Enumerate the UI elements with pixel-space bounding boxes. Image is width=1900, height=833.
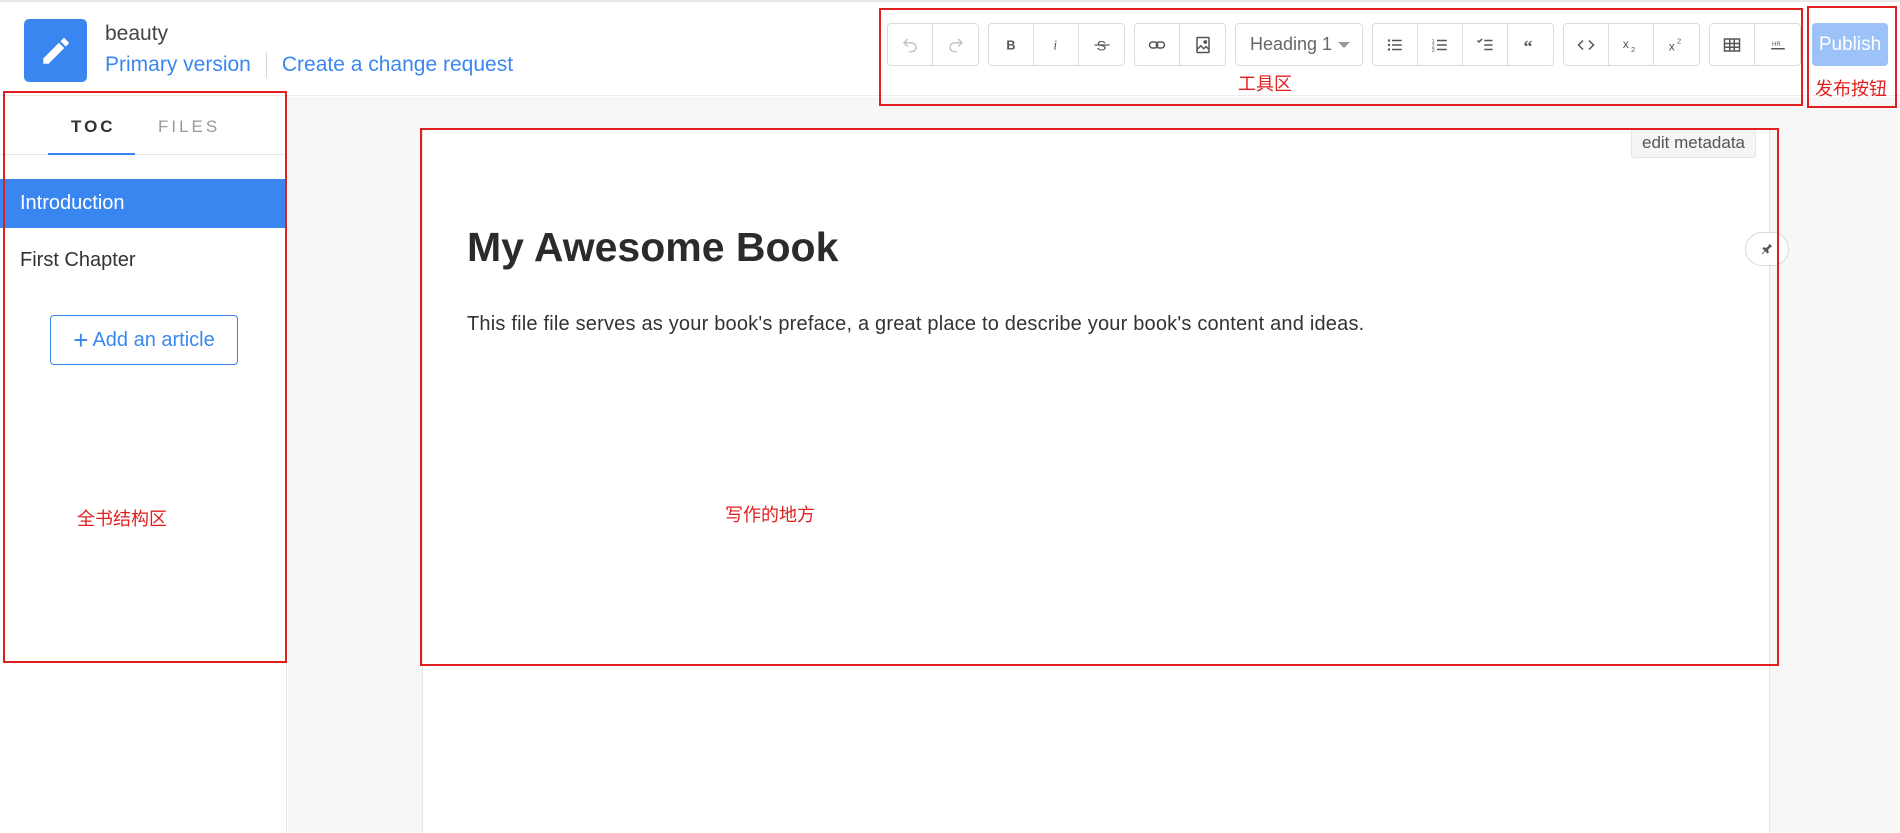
add-article-button[interactable]: + Add an article — [50, 315, 238, 365]
superscript-icon[interactable]: x2 — [1654, 24, 1699, 65]
create-change-request-link[interactable]: Create a change request — [282, 53, 513, 77]
svg-text:2: 2 — [1631, 44, 1635, 53]
svg-text:3: 3 — [1432, 47, 1435, 53]
sidebar: TOC FILES Introduction First Chapter + A… — [0, 97, 287, 833]
sidebar-tabs: TOC FILES — [0, 97, 286, 155]
table-icon[interactable] — [1710, 24, 1755, 65]
pin-icon[interactable] — [1745, 232, 1789, 266]
bullet-list-icon[interactable] — [1373, 24, 1418, 65]
plus-icon: + — [73, 325, 89, 355]
edit-metadata-button[interactable]: edit metadata — [1631, 128, 1757, 158]
code-group: x2 x2 — [1563, 23, 1700, 66]
svg-text:HR: HR — [1772, 41, 1781, 47]
toc-item-label: First Chapter — [20, 249, 136, 271]
writing-area-annotation-label: 写作的地方 — [725, 505, 815, 526]
bold-icon[interactable]: B — [989, 24, 1034, 65]
primary-version-link[interactable]: Primary version — [105, 53, 251, 77]
blockquote-icon[interactable]: “ — [1508, 24, 1553, 65]
chevron-down-icon — [1338, 41, 1351, 48]
toc-item-label: Introduction — [20, 192, 125, 214]
svg-text:2: 2 — [1677, 36, 1681, 45]
svg-text:x: x — [1668, 39, 1674, 53]
publish-button[interactable]: Publish — [1812, 23, 1888, 66]
toolbar-annotation-label: 工具区 — [1238, 74, 1292, 95]
link-icon[interactable] — [1135, 24, 1180, 65]
svg-text:“: “ — [1523, 36, 1532, 54]
italic-icon[interactable]: i — [1034, 24, 1079, 65]
svg-text:x: x — [1623, 37, 1629, 51]
active-tab-indicator — [48, 153, 135, 155]
svg-text:S: S — [1096, 38, 1106, 54]
format-group: B i S — [988, 23, 1125, 66]
add-article-label: Add an article — [92, 328, 215, 351]
toc-item-first-chapter[interactable]: First Chapter — [0, 236, 286, 285]
toc-item-introduction[interactable]: Introduction — [0, 179, 286, 228]
task-list-icon[interactable] — [1463, 24, 1508, 65]
pencil-icon[interactable] — [24, 19, 87, 82]
toc-list: Introduction First Chapter — [0, 179, 286, 293]
document-title[interactable]: My Awesome Book — [467, 224, 838, 271]
editor-toolbar: B i S Heading 1 123 “ x 2 x 2 HR — [887, 23, 1810, 66]
divider — [265, 52, 267, 78]
svg-text:i: i — [1053, 37, 1057, 52]
strikethrough-icon[interactable]: S — [1079, 24, 1124, 65]
book-name: beauty — [105, 22, 169, 45]
tab-files[interactable]: FILES — [158, 117, 220, 137]
history-group — [887, 23, 979, 66]
version-row: Primary version Create a change request — [105, 52, 513, 78]
list-group: 123 “ — [1372, 23, 1554, 66]
heading-select-value: Heading 1 — [1250, 34, 1333, 54]
tab-toc[interactable]: TOC — [71, 117, 116, 137]
image-icon[interactable] — [1180, 24, 1225, 65]
book-structure-annotation-label: 全书结构区 — [77, 509, 167, 530]
undo-icon[interactable] — [888, 24, 933, 65]
document-body[interactable]: This file file serves as your book's pre… — [467, 313, 1364, 336]
horizontal-rule-icon[interactable]: HR — [1755, 24, 1800, 65]
heading-select[interactable]: Heading 1 — [1235, 23, 1363, 66]
ordered-list-icon[interactable]: 123 — [1418, 24, 1463, 65]
insert-group — [1134, 23, 1226, 66]
publish-annotation-label: 发布按钮 — [1815, 79, 1887, 100]
block-group: HR — [1709, 23, 1801, 66]
svg-text:B: B — [1006, 38, 1015, 52]
code-icon[interactable] — [1564, 24, 1609, 65]
subscript-icon[interactable]: x2 — [1609, 24, 1654, 65]
redo-icon[interactable] — [933, 24, 978, 65]
